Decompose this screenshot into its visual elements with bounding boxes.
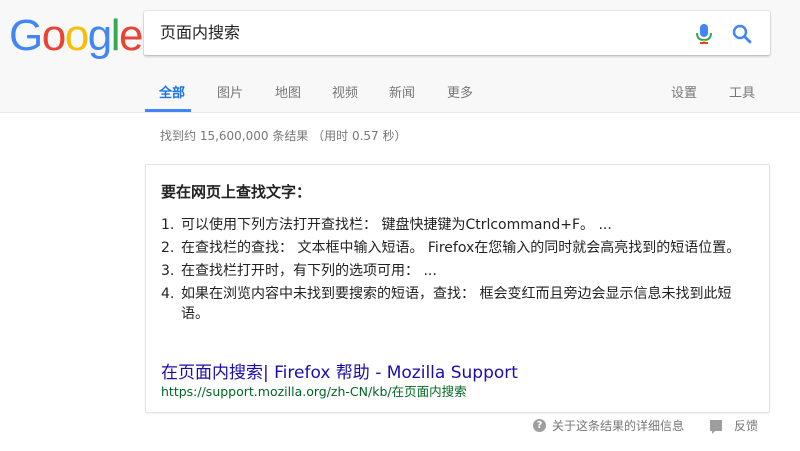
tab-all[interactable]: 全部: [159, 82, 185, 101]
search-box: 页面内搜索: [144, 11, 770, 55]
result-url: https://support.mozilla.org/zh-CN/kb/在页面…: [161, 384, 467, 399]
tab-news[interactable]: 新闻: [389, 82, 415, 101]
tab-videos[interactable]: 视频: [332, 82, 358, 101]
step-text: 可以使用下列方法打开查找栏： 键盘快捷键为Ctrlcommand+F。 ...: [181, 217, 612, 233]
step-number: 2.: [161, 240, 175, 256]
list-item: 2. 在查找栏的查找： 文本框中输入短语。 Firefox在您输入的同时就会高亮…: [161, 238, 751, 258]
step-text: 在查找栏的查找： 文本框中输入短语。 Firefox在您输入的同时就会高亮找到的…: [181, 240, 741, 256]
tab-images[interactable]: 图片: [217, 82, 243, 101]
step-number: 4.: [161, 286, 175, 302]
tab-more[interactable]: 更多: [447, 82, 473, 101]
logo-letter-g: G: [9, 11, 43, 60]
google-logo[interactable]: Google: [9, 11, 143, 60]
step-text: 如果在浏览内容中未找到要搜索的短语，查找： 框会变红而且旁边会显示信息未找到此短…: [181, 286, 732, 322]
feedback-label: 反馈: [734, 419, 759, 433]
feedback-button[interactable]: 反馈: [710, 417, 758, 434]
settings-button[interactable]: 设置: [671, 82, 697, 101]
header: Google 页面内搜索 全部 图片 地图 视频 新闻 更多 设置 工具: [0, 0, 800, 113]
snippet-steps: 1. 可以使用下列方法打开查找栏： 键盘快捷键为Ctrlcommand+F。 .…: [161, 215, 751, 327]
search-input[interactable]: 页面内搜索: [160, 11, 680, 55]
logo-letter-o1: o: [41, 11, 66, 60]
tools-button[interactable]: 工具: [729, 82, 755, 101]
snippet-title: 要在网页上查找文字：: [161, 183, 312, 201]
help-icon: ?: [533, 419, 546, 432]
logo-letter-o2: o: [64, 11, 89, 60]
microphone-icon[interactable]: [694, 23, 714, 45]
feedback-icon: [710, 420, 722, 434]
featured-snippet: 要在网页上查找文字： 1. 可以使用下列方法打开查找栏： 键盘快捷键为Ctrlc…: [145, 164, 770, 413]
list-item: 4. 如果在浏览内容中未找到要搜索的短语，查找： 框会变红而且旁边会显示信息未找…: [161, 284, 751, 324]
step-text: 在查找栏打开时，有下列的选项可用： ...: [181, 263, 437, 279]
list-item: 1. 可以使用下列方法打开查找栏： 键盘快捷键为Ctrlcommand+F。 .…: [161, 215, 751, 235]
logo-letter-l: l: [110, 11, 121, 60]
search-icon[interactable]: [731, 23, 753, 45]
active-tab-indicator: [145, 109, 191, 112]
logo-letter-e: e: [118, 11, 143, 60]
step-number: 1.: [161, 217, 175, 233]
about-result-label: 关于这条结果的详细信息: [552, 419, 685, 433]
step-number: 3.: [161, 263, 175, 279]
search-tabs: 全部 图片 地图 视频 新闻 更多 设置 工具: [0, 70, 800, 113]
result-stats: 找到约 15,600,000 条结果 （用时 0.57 秒）: [160, 129, 407, 143]
logo-letter-g2: g: [87, 11, 112, 60]
tab-maps[interactable]: 地图: [275, 82, 301, 101]
list-item: 3. 在查找栏打开时，有下列的选项可用： ...: [161, 261, 751, 281]
about-result[interactable]: ? 关于这条结果的详细信息: [533, 417, 684, 434]
result-title-link[interactable]: 在页面内搜索| Firefox 帮助 - Mozilla Support: [161, 358, 518, 383]
